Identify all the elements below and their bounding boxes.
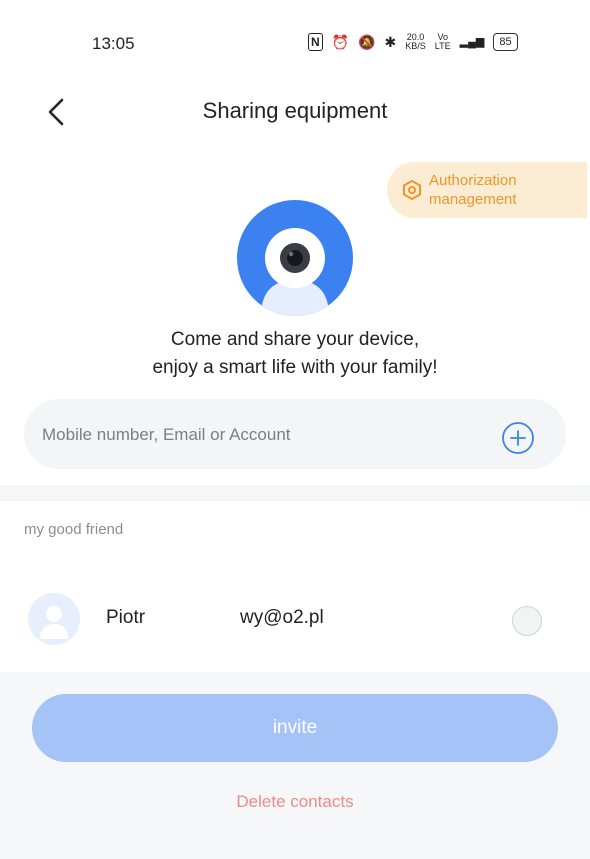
battery-indicator: 85 — [493, 33, 518, 51]
contact-avatar — [28, 593, 80, 645]
network-speed-unit: KB/S — [405, 41, 426, 51]
camera-device-icon — [237, 200, 353, 316]
section-divider — [0, 485, 590, 501]
network-speed: 20.0 KB/S — [405, 33, 426, 51]
status-icons: N ⏰ 🔕 ✱ 20.0 KB/S Vo LTE ▂▄▆ 85 — [308, 33, 518, 51]
volte-icon: Vo LTE — [435, 33, 451, 51]
account-search-box — [24, 399, 566, 471]
authorization-management-label: Authorization management — [429, 171, 559, 209]
volte-bottom: LTE — [434, 41, 451, 51]
contact-email: wy@o2.pl — [240, 607, 324, 628]
invite-button[interactable]: invite — [32, 694, 558, 762]
contact-select-radio[interactable] — [512, 606, 542, 636]
intro-line-1: Come and share your device, — [170, 329, 420, 350]
contact-row[interactable]: Piotr wy@o2.pl — [0, 578, 590, 666]
nfc-icon: N — [308, 33, 323, 51]
friends-section-label: my good friend — [24, 521, 124, 538]
page-title: Sharing equipment — [202, 98, 388, 123]
settings-hexagon-icon — [403, 179, 421, 201]
add-contact-icon[interactable] — [500, 420, 536, 456]
share-intro-text: Come and share your device, enjoy a smar… — [0, 326, 590, 382]
authorization-management-button[interactable]: Authorization management — [387, 162, 587, 218]
status-time: 13:05 — [92, 34, 135, 53]
authorization-label-line2: management — [429, 191, 517, 208]
delete-contacts-link[interactable]: Delete contacts — [0, 792, 590, 812]
bluetooth-icon: ✱ — [384, 34, 397, 50]
person-icon — [40, 606, 68, 639]
mute-icon: 🔕 — [358, 34, 376, 50]
contact-name: Piotr — [106, 607, 146, 628]
intro-line-2: enjoy a smart life with your family! — [152, 357, 438, 378]
alarm-icon: ⏰ — [331, 34, 350, 50]
authorization-label-line1: Authorization — [429, 172, 517, 189]
account-input[interactable] — [40, 399, 484, 471]
signal-icon: ▂▄▆ — [459, 36, 485, 48]
